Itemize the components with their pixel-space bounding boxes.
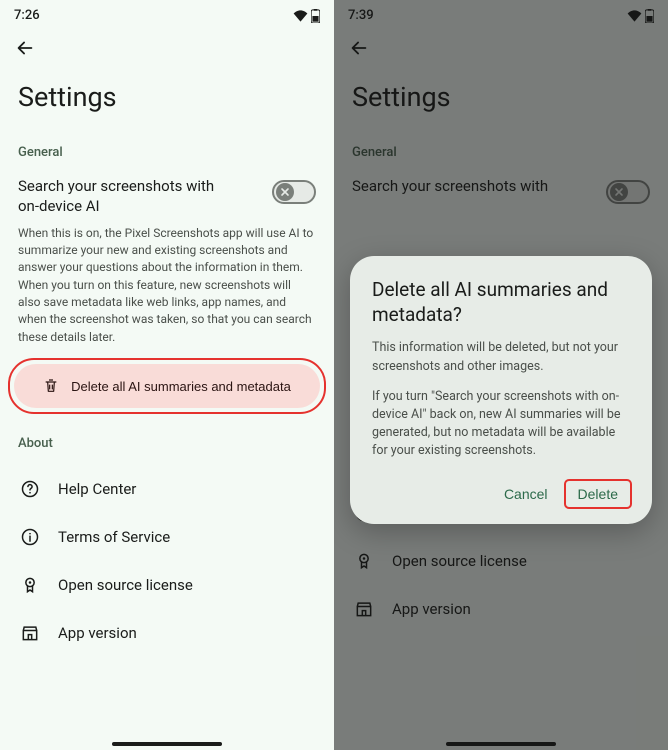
store-icon	[20, 623, 40, 643]
delete-button-label: Delete all AI summaries and metadata	[71, 379, 291, 394]
back-arrow-icon[interactable]	[14, 37, 36, 59]
close-icon	[280, 187, 290, 197]
battery-icon	[311, 9, 320, 23]
delete-button[interactable]: Delete	[566, 478, 630, 510]
delete-label: Delete	[578, 486, 618, 502]
trash-icon	[43, 378, 59, 394]
screenshot-right: 7:39 Settings General Search your screen…	[334, 0, 668, 750]
setting-search-ai[interactable]: Search your screenshots with on-device A…	[0, 176, 334, 225]
status-time: 7:26	[14, 8, 40, 23]
dialog-body-p1: This information will be deleted, but no…	[372, 339, 630, 375]
license-icon	[20, 575, 40, 595]
dialog-body-p2: If you turn "Search your screenshots wit…	[372, 388, 630, 461]
list-item-help[interactable]: Help Center	[0, 465, 334, 513]
setting-title-line1: Search your screenshots with	[18, 176, 262, 196]
screenshot-left: 7:26 Settings General Search your screen…	[0, 0, 334, 750]
info-icon	[20, 527, 40, 547]
list-item-version[interactable]: App version	[0, 609, 334, 657]
list-item-license[interactable]: Open source license	[0, 561, 334, 609]
list-label: App version	[58, 624, 137, 642]
section-about-label: About	[0, 436, 334, 465]
help-icon	[20, 479, 40, 499]
cancel-label: Cancel	[504, 486, 548, 502]
nav-pill[interactable]	[112, 742, 222, 746]
delete-summaries-button[interactable]: Delete all AI summaries and metadata	[14, 364, 320, 408]
list-item-terms[interactable]: Terms of Service	[0, 513, 334, 561]
dialog-title: Delete all AI summaries and metadata?	[372, 278, 630, 339]
wifi-icon	[293, 10, 308, 22]
setting-title-line2: on-device AI	[18, 196, 262, 216]
list-label: Open source license	[58, 576, 193, 594]
section-general-label: General	[0, 145, 334, 176]
list-label: Terms of Service	[58, 528, 170, 546]
toggle-switch[interactable]	[272, 180, 316, 204]
page-title: Settings	[0, 81, 334, 145]
toggle-knob-off	[276, 183, 294, 201]
status-icons	[293, 9, 320, 23]
confirm-dialog: Delete all AI summaries and metadata? Th…	[350, 256, 652, 524]
dialog-body: This information will be deleted, but no…	[372, 339, 630, 460]
status-bar: 7:26	[0, 0, 334, 27]
setting-description: When this is on, the Pixel Screenshots a…	[0, 225, 334, 365]
list-label: Help Center	[58, 480, 136, 498]
cancel-button[interactable]: Cancel	[492, 478, 560, 510]
